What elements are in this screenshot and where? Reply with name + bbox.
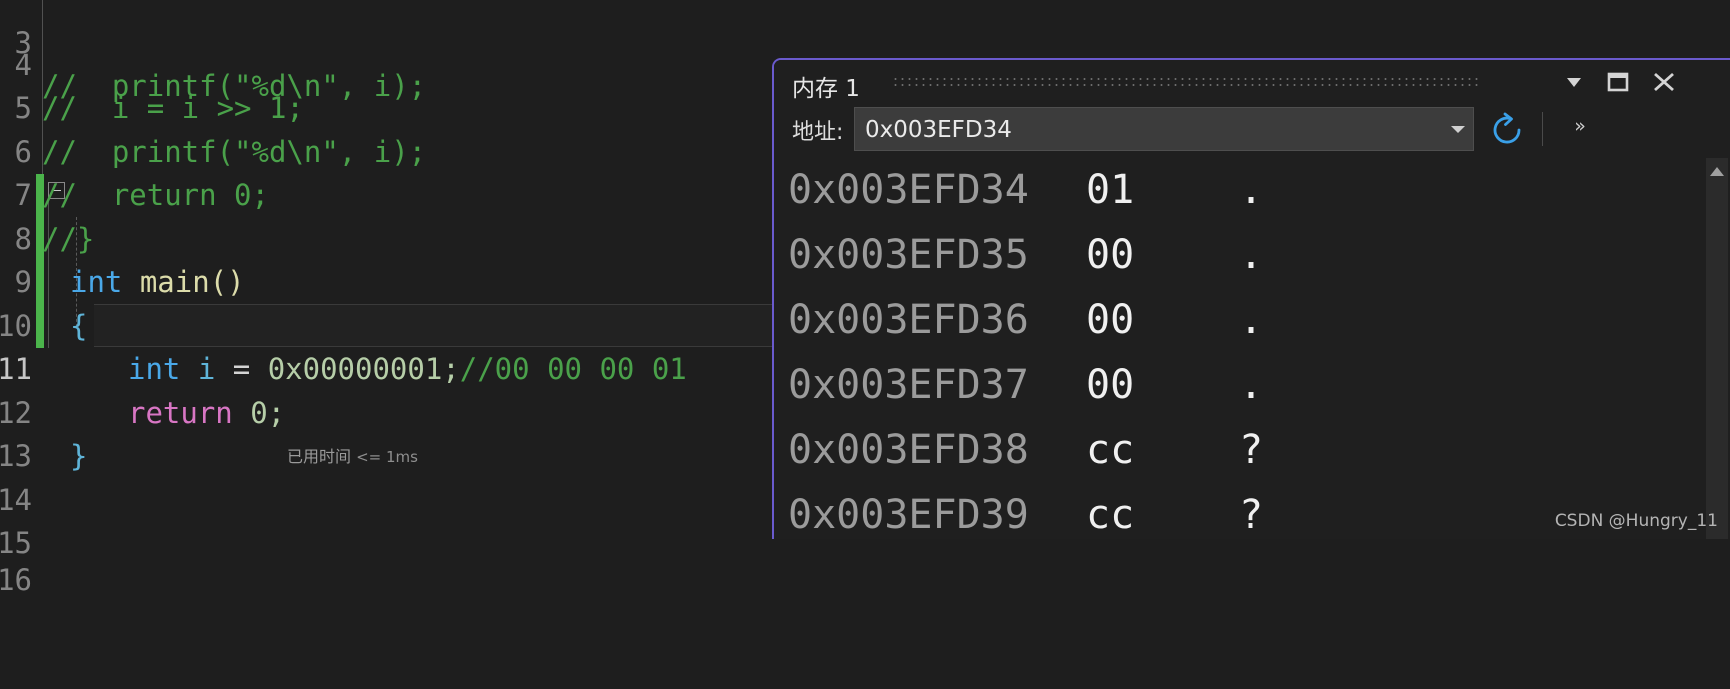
memory-address: 0x003EFD36 xyxy=(788,297,1029,343)
address-label: 地址: xyxy=(792,120,844,145)
memory-ascii: . xyxy=(1239,362,1264,408)
memory-row[interactable]: 0x003EFD36 00 . xyxy=(774,288,1694,353)
memory-scrollbar[interactable] xyxy=(1706,158,1728,539)
memory-row[interactable]: 0x003EFD37 00 . xyxy=(774,353,1694,418)
chevron-down-icon[interactable] xyxy=(1451,126,1465,133)
memory-ascii: . xyxy=(1239,297,1264,343)
memory-window-toolbar[interactable]: 地址: 0x003EFD34 » xyxy=(774,104,1730,158)
memory-hex: 01 xyxy=(1086,167,1135,213)
refresh-icon[interactable] xyxy=(1486,109,1528,151)
memory-row[interactable]: 0x003EFD38 cc ? xyxy=(774,418,1694,483)
memory-ascii: . xyxy=(1239,167,1264,213)
memory-address: 0x003EFD35 xyxy=(788,232,1029,278)
address-input[interactable]: 0x003EFD34 xyxy=(854,107,1474,151)
memory-address: 0x003EFD34 xyxy=(788,167,1029,213)
memory-window-title: 内存 1 xyxy=(792,76,860,102)
address-input-value: 0x003EFD34 xyxy=(865,117,1012,143)
chevron-down-icon[interactable] xyxy=(1556,66,1592,98)
drag-grip-icon[interactable] xyxy=(892,76,1482,88)
memory-content[interactable]: 0x003EFD34 01 . 0x003EFD35 00 . 0x003EFD… xyxy=(774,158,1730,539)
memory-hex: 00 xyxy=(1086,362,1135,408)
memory-ascii: . xyxy=(1239,232,1264,278)
memory-hex: 00 xyxy=(1086,232,1135,278)
memory-hex: cc xyxy=(1086,427,1135,473)
close-icon[interactable] xyxy=(1646,66,1682,98)
memory-address: 0x003EFD38 xyxy=(788,427,1029,473)
memory-ascii: ? xyxy=(1239,492,1264,538)
memory-row[interactable]: 0x003EFD35 00 . xyxy=(774,223,1694,288)
code-line-4[interactable]: 4 // i = i >> 1; xyxy=(0,0,1730,126)
memory-address: 0x003EFD39 xyxy=(788,492,1029,538)
memory-window[interactable]: 内存 1 地址: 0x003EFD34 » 0x003EFD34 01 . 0x… xyxy=(772,58,1730,539)
line-number: 16 xyxy=(0,562,32,597)
maximize-icon[interactable] xyxy=(1600,66,1636,98)
memory-hex: cc xyxy=(1086,492,1135,538)
overflow-chevron-icon[interactable]: » xyxy=(1564,110,1596,142)
toolbar-separator xyxy=(1542,112,1543,146)
scroll-up-arrow-icon[interactable] xyxy=(1710,167,1724,176)
memory-window-titlebar[interactable]: 内存 1 xyxy=(774,60,1730,104)
watermark: CSDN @Hungry_11 xyxy=(1554,511,1718,531)
memory-hex: 00 xyxy=(1086,297,1135,343)
memory-ascii: ? xyxy=(1239,427,1264,473)
memory-address: 0x003EFD37 xyxy=(788,362,1029,408)
memory-row[interactable]: 0x003EFD34 01 . xyxy=(774,158,1694,223)
